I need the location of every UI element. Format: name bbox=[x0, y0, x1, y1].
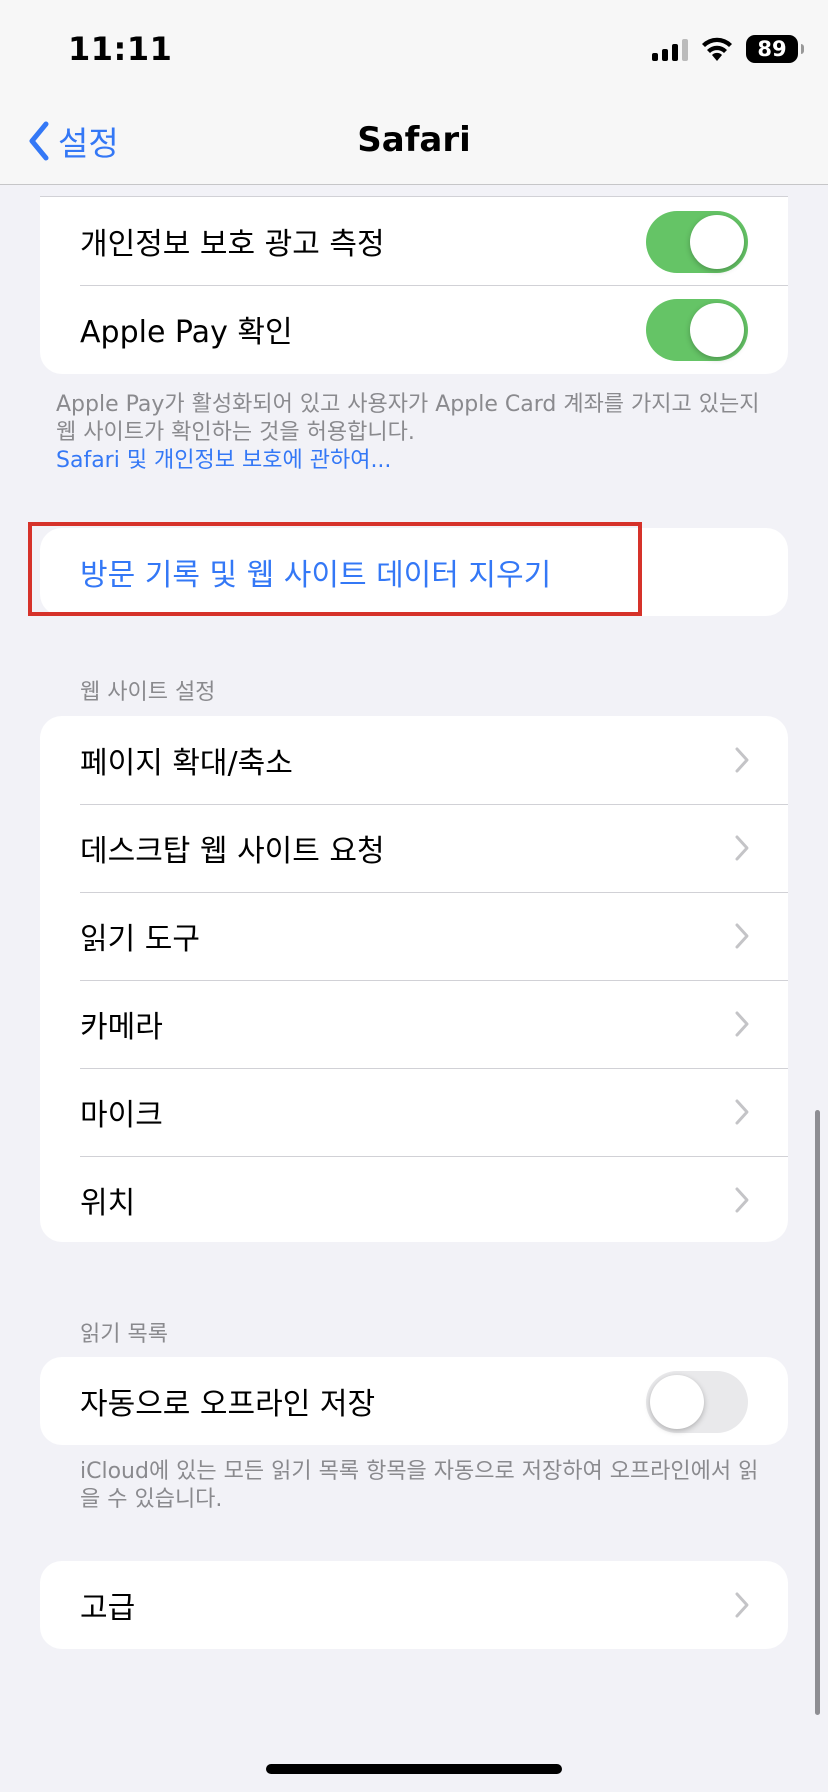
row-label: 고급 bbox=[80, 1591, 136, 1626]
row-label: 페이지 확대/축소 bbox=[80, 746, 293, 781]
chevron-right-icon bbox=[735, 835, 749, 861]
chevron-right-icon bbox=[735, 1592, 749, 1618]
wifi-icon bbox=[702, 37, 732, 61]
scrollbar[interactable] bbox=[815, 1110, 820, 1715]
chevron-right-icon bbox=[735, 1011, 749, 1037]
auto-save-offline-row: 자동으로 오프라인 저장 bbox=[40, 1357, 788, 1445]
apple-pay-check-row: Apple Pay 확인 bbox=[40, 285, 788, 373]
toggle-knob bbox=[650, 1375, 704, 1429]
row-label: Apple Pay 확인 bbox=[80, 315, 293, 350]
page-title: Safari bbox=[357, 120, 471, 160]
chevron-right-icon bbox=[735, 1187, 749, 1213]
auto-save-offline-toggle[interactable] bbox=[646, 1371, 748, 1433]
row-label: 읽기 도구 bbox=[80, 922, 200, 957]
highlight-box bbox=[28, 522, 642, 616]
reading-list-header: 읽기 목록 bbox=[80, 1322, 168, 1347]
apple-pay-check-toggle[interactable] bbox=[646, 299, 748, 361]
camera-row[interactable]: 카메라 bbox=[40, 980, 788, 1068]
chevron-right-icon bbox=[735, 1099, 749, 1125]
location-row[interactable]: 위치 bbox=[40, 1156, 788, 1242]
battery-icon: 89 bbox=[746, 35, 804, 63]
privacy-group: 개인정보 보호 광고 측정 Apple Pay 확인 bbox=[40, 196, 788, 374]
privacy-about-link[interactable]: Safari 및 개인정보 보호에 관하여... bbox=[56, 447, 776, 475]
toggle-knob bbox=[690, 303, 744, 357]
request-desktop-website-row[interactable]: 데스크탑 웹 사이트 요청 bbox=[40, 804, 788, 892]
privacy-ad-measurement-row: 개인정보 보호 광고 측정 bbox=[40, 196, 788, 285]
reading-list-group: 자동으로 오프라인 저장 bbox=[40, 1357, 788, 1445]
reading-list-footer: iCloud에 있는 모든 읽기 목록 항목을 자동으로 저장하여 오프라인에서… bbox=[80, 1459, 759, 1512]
row-label: 개인정보 보호 광고 측정 bbox=[80, 227, 385, 262]
reader-row[interactable]: 읽기 도구 bbox=[40, 892, 788, 980]
row-label: 카메라 bbox=[80, 1010, 163, 1045]
website-settings-header: 웹 사이트 설정 bbox=[80, 680, 216, 705]
privacy-footer: Apple Pay가 활성화되어 있고 사용자가 Apple Card 계좌를 … bbox=[56, 391, 776, 475]
website-settings-group: 페이지 확대/축소 데스크탑 웹 사이트 요청 읽기 도구 카메라 마이크 위치 bbox=[40, 716, 788, 1242]
row-label: 자동으로 오프라인 저장 bbox=[80, 1387, 376, 1422]
status-icons: 89 bbox=[652, 34, 804, 64]
row-label: 마이크 bbox=[80, 1098, 163, 1133]
cellular-signal-icon bbox=[652, 37, 688, 61]
row-label: 데스크탑 웹 사이트 요청 bbox=[80, 834, 385, 869]
microphone-row[interactable]: 마이크 bbox=[40, 1068, 788, 1156]
privacy-ad-measurement-toggle[interactable] bbox=[646, 211, 748, 273]
advanced-group: 고급 bbox=[40, 1561, 788, 1649]
advanced-row[interactable]: 고급 bbox=[40, 1561, 788, 1649]
status-bar: 11:11 89 bbox=[0, 0, 828, 100]
page-zoom-row[interactable]: 페이지 확대/축소 bbox=[40, 716, 788, 804]
navigation-bar: 설정 Safari bbox=[0, 100, 828, 185]
home-indicator[interactable] bbox=[266, 1764, 562, 1774]
privacy-footer-text: Apple Pay가 활성화되어 있고 사용자가 Apple Card 계좌를 … bbox=[56, 392, 760, 445]
chevron-right-icon bbox=[735, 747, 749, 773]
toggle-knob bbox=[690, 215, 744, 269]
chevron-right-icon bbox=[735, 923, 749, 949]
status-time: 11:11 bbox=[68, 30, 173, 68]
row-label: 위치 bbox=[80, 1186, 136, 1221]
